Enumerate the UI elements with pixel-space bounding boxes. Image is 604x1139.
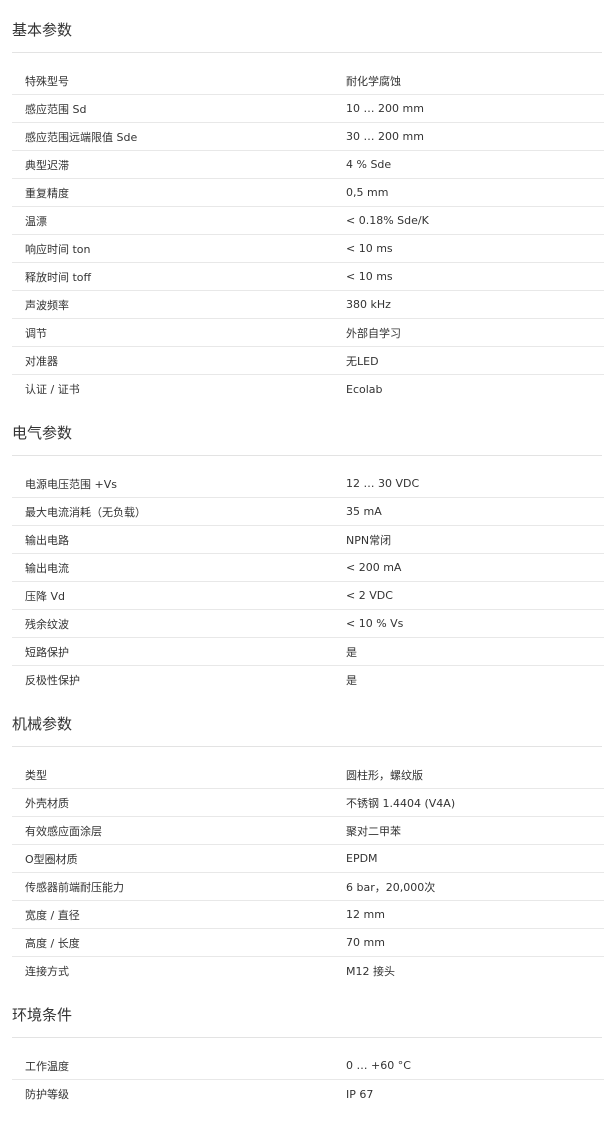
spec-label: O型圈材质 (25, 852, 78, 866)
spec-table: 类型 圆柱形，螺纹版外壳材质 不锈钢 1.4404 (V4A) 有效感应面涂层 聚对二甲… (12, 761, 604, 985)
spec-value: 4 % Sde (346, 158, 392, 171)
spec-value: 6 bar，20,000次 (346, 880, 436, 894)
spec-label: 声波频率 (25, 298, 69, 312)
table-row: 电源电压范围 +Vs 12 … 30 VDC (12, 470, 604, 498)
table-row: 释放时间 toff < 10 ms (12, 263, 604, 291)
table-row: 最大电流消耗（无负载） 35 mA (12, 498, 604, 526)
table-row: 类型 圆柱形，螺纹版 (12, 761, 604, 789)
spec-label: 重复精度 (25, 186, 69, 200)
spec-label: 有效感应面涂层 (25, 824, 102, 838)
table-row: 工作温度 0 … +60 °C (12, 1052, 604, 1080)
spec-value: 380 kHz (346, 298, 391, 311)
table-row: 传感器前端耐压能力 6 bar，20,000次 (12, 873, 604, 901)
spec-label: 调节 (25, 326, 47, 340)
table-row: 调节 外部自学习 (12, 319, 604, 347)
spec-label: 防护等级 (25, 1088, 69, 1101)
spec-value: 聚对二甲苯 (346, 824, 401, 838)
spec-label: 感应范围远端限值 Sde (25, 130, 138, 144)
spec-label: 传感器前端耐压能力 (25, 880, 124, 894)
spec-value: 0 … +60 °C (346, 1059, 411, 1072)
spec-value: < 10 % Vs (346, 617, 404, 630)
spec-value: 30 … 200 mm (346, 130, 424, 143)
table-row: 有效感应面涂层 聚对二甲苯 (12, 817, 604, 845)
spec-label: 感应范围 Sd (25, 102, 87, 116)
table-row: 宽度 / 直径 12 mm (12, 901, 604, 929)
table-row: 高度 / 长度 70 mm (12, 929, 604, 957)
spec-value: < 200 mA (346, 561, 402, 574)
spec-table: 电源电压范围 +Vs 12 … 30 VDC 最大电流消耗（无负载） 35 mA 输出电… (12, 470, 604, 694)
table-row: 典型迟滞 4 % Sde (12, 151, 604, 179)
spec-label: 宽度 / 直径 (25, 908, 80, 922)
spec-label: 认证 / 证书 (25, 383, 80, 396)
spec-value: M12 接头 (346, 965, 395, 978)
spec-value: 耐化学腐蚀 (346, 74, 401, 88)
spec-value: 12 … 30 VDC (346, 477, 420, 490)
spec-label: 外壳材质 (25, 796, 69, 810)
table-row: 连接方式 M12 接头 (12, 957, 604, 985)
table-row: O型圈材质 EPDM (12, 845, 604, 873)
spec-sheet: 基本参数特殊型号 耐化学腐蚀感应范围 Sd 10 … 200 mm 感应范围远端限值 … (0, 0, 604, 1108)
table-row: 残余纹波 < 10 % Vs (12, 610, 604, 638)
table-row: 声波频率 380 kHz (12, 291, 604, 319)
spec-label: 输出电流 (25, 561, 69, 575)
spec-label: 反极性保护 (25, 674, 80, 687)
spec-value: < 2 VDC (346, 589, 393, 602)
table-row: 短路保护 是 (12, 638, 604, 666)
spec-table: 特殊型号 耐化学腐蚀感应范围 Sd 10 … 200 mm 感应范围远端限值 Sde 3… (12, 67, 604, 403)
spec-label: 连接方式 (25, 965, 69, 978)
table-row: 防护等级 IP 67 (12, 1080, 604, 1108)
table-row: 重复精度 0,5 mm (12, 179, 604, 207)
table-row: 反极性保护 是 (12, 666, 604, 694)
spec-value: 12 mm (346, 908, 385, 921)
spec-label: 输出电路 (25, 533, 69, 547)
table-row: 输出电路 NPN常闭 (12, 526, 604, 554)
spec-value: < 10 ms (346, 270, 393, 283)
spec-label: 电源电压范围 +Vs (25, 477, 117, 491)
spec-label: 高度 / 长度 (25, 936, 80, 950)
table-row: 感应范围远端限值 Sde 30 … 200 mm (12, 123, 604, 151)
spec-label: 释放时间 toff (25, 270, 92, 284)
spec-label: 对准器 (25, 354, 58, 368)
table-row: 响应时间 ton < 10 ms (12, 235, 604, 263)
spec-value: < 0.18% Sde/K (346, 214, 429, 227)
spec-value: EPDM (346, 852, 378, 865)
section-title: 环境条件 (12, 985, 602, 1038)
spec-label: 温漂 (25, 214, 47, 228)
spec-value: 10 … 200 mm (346, 102, 424, 115)
spec-value: 是 (346, 645, 357, 659)
spec-value: 圆柱形，螺纹版 (346, 768, 423, 782)
table-row: 认证 / 证书 Ecolab (12, 375, 604, 403)
spec-value: < 10 ms (346, 242, 393, 255)
spec-value: 0,5 mm (346, 186, 389, 199)
spec-value: 35 mA (346, 505, 382, 518)
section-title: 机械参数 (12, 694, 602, 747)
spec-value: 是 (346, 674, 357, 687)
table-row: 感应范围 Sd 10 … 200 mm (12, 95, 604, 123)
spec-value: Ecolab (346, 382, 383, 396)
section-title: 电气参数 (12, 403, 602, 456)
spec-label: 最大电流消耗（无负载） (25, 505, 146, 519)
spec-label: 残余纹波 (25, 617, 69, 631)
table-row: 输出电流 < 200 mA (12, 554, 604, 582)
spec-value: 70 mm (346, 936, 385, 949)
spec-value: 外部自学习 (346, 326, 401, 340)
table-row: 对准器 无LED (12, 347, 604, 375)
spec-value: 不锈钢 1.4404 (V4A) (346, 796, 456, 810)
spec-label: 响应时间 ton (25, 242, 91, 256)
spec-value: 无LED (346, 354, 379, 368)
spec-label: 特殊型号 (25, 74, 69, 88)
spec-label: 压降 Vd (25, 589, 66, 603)
spec-value: IP 67 (346, 1087, 374, 1101)
spec-table: 工作温度 0 … +60 °C 防护等级 IP 67 (12, 1052, 604, 1108)
spec-value: NPN常闭 (346, 533, 392, 547)
spec-label: 工作温度 (25, 1059, 69, 1073)
spec-label: 类型 (25, 768, 47, 782)
table-row: 外壳材质 不锈钢 1.4404 (V4A) (12, 789, 604, 817)
spec-label: 短路保护 (25, 645, 69, 659)
table-row: 温漂 < 0.18% Sde/K (12, 207, 604, 235)
spec-label: 典型迟滞 (25, 158, 69, 172)
table-row: 特殊型号 耐化学腐蚀 (12, 67, 604, 95)
table-row: 压降 Vd < 2 VDC (12, 582, 604, 610)
section-title: 基本参数 (12, 0, 602, 53)
